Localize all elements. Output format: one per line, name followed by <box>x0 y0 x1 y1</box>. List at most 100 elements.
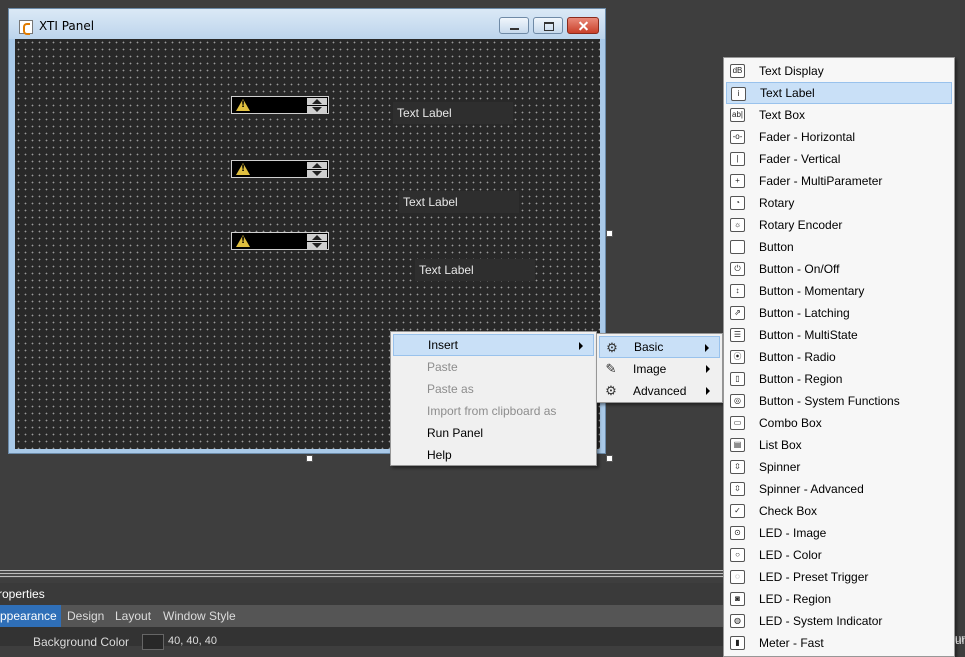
close-button[interactable] <box>567 17 599 34</box>
control-type-icon: i <box>731 87 746 101</box>
text-label-widget[interactable]: Text Label <box>415 259 535 281</box>
context-menu: Insert Paste Paste as Import from clipbo… <box>390 331 597 466</box>
control-type-icon: ○ <box>730 548 745 562</box>
image-icon: ✎ <box>605 361 617 376</box>
menu-item-led-system-indicator[interactable]: ◍ LED - System Indicator <box>726 610 952 632</box>
menu-item-label: Fader - Horizontal <box>759 130 856 144</box>
properties-header: roperties <box>0 583 723 605</box>
menu-item-help[interactable]: Help <box>393 444 594 466</box>
menu-item-button-system-functions[interactable]: ◎ Button - System Functions <box>726 390 952 412</box>
properties-title: roperties <box>0 587 45 601</box>
menu-item-label: LED - Region <box>759 592 832 606</box>
menu-item-text-label[interactable]: i Text Label <box>726 82 952 104</box>
spinner-down-arrow[interactable] <box>307 106 327 113</box>
tab-appearance[interactable]: ppearance <box>0 605 61 627</box>
menu-item-button-on-off[interactable]: ⏻ Button - On/Off <box>726 258 952 280</box>
control-type-icon: + <box>730 174 745 188</box>
resize-handle[interactable] <box>606 455 613 462</box>
spinner-up-arrow[interactable] <box>307 162 327 169</box>
window-title-bar[interactable]: XTI Panel <box>9 9 605 39</box>
control-type-icon: ◍ <box>730 614 745 628</box>
tab-design[interactable]: Design <box>67 605 104 627</box>
minimize-button[interactable] <box>499 17 529 34</box>
menu-item-led-image[interactable]: ⊙ LED - Image <box>726 522 952 544</box>
color-swatch[interactable] <box>142 634 164 650</box>
basic-controls-icon: ⚙ <box>606 340 618 355</box>
control-type-icon: ↕ <box>730 284 745 298</box>
menu-item-insert[interactable]: Insert <box>393 334 594 356</box>
menu-item-basic[interactable]: ⚙ Basic <box>599 336 720 358</box>
menu-item-label: Button - Radio <box>759 350 836 364</box>
submenu-arrow-icon <box>706 365 710 373</box>
spinner-up-arrow[interactable] <box>307 98 327 105</box>
tab-layout[interactable]: Layout <box>115 605 151 627</box>
menu-item-button-region[interactable]: ▯ Button - Region <box>726 368 952 390</box>
menu-item-button-radio[interactable]: ⦿ Button - Radio <box>726 346 952 368</box>
menu-item-text-display[interactable]: dB Text Display <box>726 60 952 82</box>
menu-item-button[interactable]: Button <box>726 236 952 258</box>
control-type-icon: ⇗ <box>730 306 745 320</box>
menu-item-check-box[interactable]: ✓ Check Box <box>726 500 952 522</box>
control-type-icon: ⇳ <box>730 460 745 474</box>
menu-item-label: Fader - Vertical <box>759 152 841 166</box>
control-type-icon: ⇳ <box>730 482 745 496</box>
menu-item-advanced[interactable]: ⚙ Advanced <box>599 380 720 402</box>
menu-item-button-momentary[interactable]: ↕ Button - Momentary <box>726 280 952 302</box>
menu-item-label: Spinner - Advanced <box>759 482 864 496</box>
menu-item-import-from-clipboard[interactable]: Import from clipboard as <box>393 400 594 422</box>
menu-item-led-preset-trigger[interactable]: ◌ LED - Preset Trigger <box>726 566 952 588</box>
control-type-icon: ▭ <box>730 416 745 430</box>
text-label-widget[interactable]: Text Label <box>393 102 513 124</box>
control-type-icon: ab| <box>730 108 745 122</box>
menu-item-run-panel[interactable]: Run Panel <box>393 422 594 444</box>
spinner-up-arrow[interactable] <box>307 234 327 241</box>
menu-item-text-box[interactable]: ab| Text Box <box>726 104 952 126</box>
text-label-widget[interactable]: Text Label <box>399 191 519 213</box>
spinner-widget[interactable] <box>231 160 329 178</box>
menu-item-combo-box[interactable]: ▭ Combo Box <box>726 412 952 434</box>
menu-item-paste[interactable]: Paste <box>393 356 594 378</box>
menu-item-fader-vertical[interactable]: | Fader - Vertical <box>726 148 952 170</box>
window-title: XTI Panel <box>39 19 95 33</box>
resize-handle[interactable] <box>306 455 313 462</box>
menu-item-fader-horizontal[interactable]: -o- Fader - Horizontal <box>726 126 952 148</box>
properties-tabs: ppearance Design Layout Window Style <box>0 605 723 627</box>
menu-item-button-latching[interactable]: ⇗ Button - Latching <box>726 302 952 324</box>
spinner-widget[interactable] <box>231 232 329 250</box>
menu-item-spinner-advanced[interactable]: ⇳ Spinner - Advanced <box>726 478 952 500</box>
splitter[interactable] <box>0 570 723 578</box>
truncated-text: un <box>955 633 965 645</box>
control-type-icon: ⏻ <box>730 262 745 276</box>
menu-item-list-box[interactable]: ▤ List Box <box>726 434 952 456</box>
menu-item-label: Check Box <box>759 504 818 518</box>
spinner-down-arrow[interactable] <box>307 242 327 249</box>
menu-item-label: Button - System Functions <box>759 394 900 408</box>
property-row-background-color[interactable]: Background Color 40, 40, 40 un <box>0 627 965 650</box>
menu-item-led-color[interactable]: ○ LED - Color <box>726 544 952 566</box>
menu-item-image[interactable]: ✎ Image <box>599 358 720 380</box>
maximize-button[interactable] <box>533 17 563 34</box>
app-icon <box>19 20 33 35</box>
menu-item-paste-as[interactable]: Paste as <box>393 378 594 400</box>
basic-controls-submenu: dB Text Display i Text Label ab| Text Box -o- F… <box>723 57 955 657</box>
spinner-down-arrow[interactable] <box>307 170 327 177</box>
resize-handle[interactable] <box>606 230 613 237</box>
control-type-icon: ☰ <box>730 328 745 342</box>
menu-item-rotary[interactable]: ◔ Rotary <box>726 192 952 214</box>
menu-item-rotary-encoder[interactable]: ☼ Rotary Encoder <box>726 214 952 236</box>
warning-icon <box>236 99 250 111</box>
tab-window-style[interactable]: Window Style <box>163 605 236 627</box>
control-type-icon: ⦿ <box>730 350 745 364</box>
control-type-icon: ☼ <box>730 218 745 232</box>
menu-item-led-region[interactable]: ◙ LED - Region <box>726 588 952 610</box>
menu-item-button-multistate[interactable]: ☰ Button - MultiState <box>726 324 952 346</box>
menu-item-meter-fast[interactable]: ▮ Meter - Fast <box>726 632 952 654</box>
menu-item-fader-multiparameter[interactable]: + Fader - MultiParameter <box>726 170 952 192</box>
control-type-icon: -o- <box>730 130 745 144</box>
control-type-icon: ▮ <box>730 636 745 650</box>
control-type-icon: ◎ <box>730 394 745 408</box>
spinner-widget[interactable] <box>231 96 329 114</box>
menu-item-spinner[interactable]: ⇳ Spinner <box>726 456 952 478</box>
menu-item-label: LED - Image <box>759 526 827 540</box>
menu-item-label: Button - MultiState <box>759 328 858 342</box>
